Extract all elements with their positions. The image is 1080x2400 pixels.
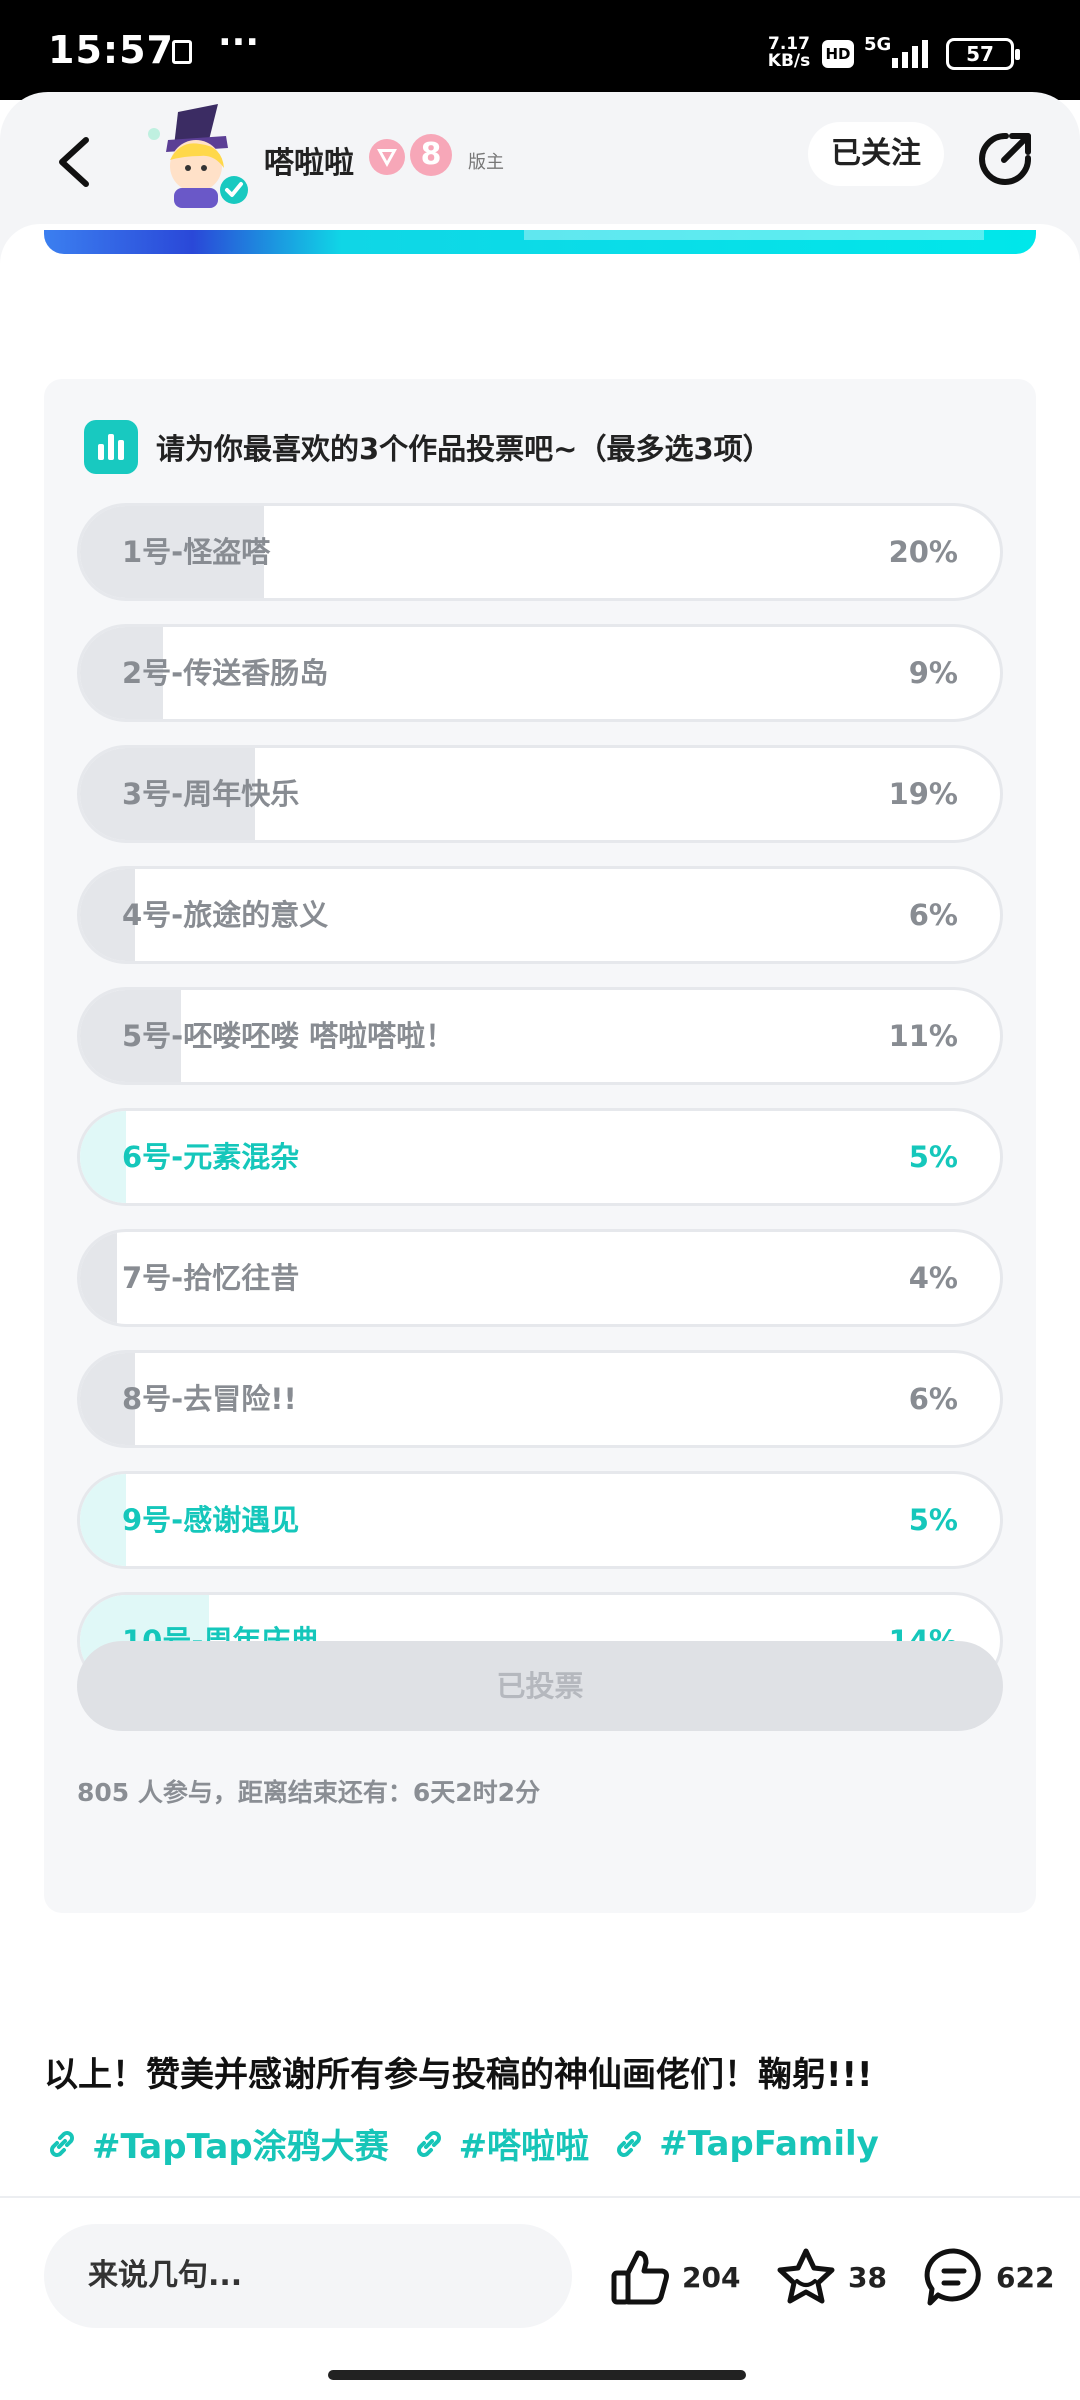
tag-label: #TapTap涂鸦大赛 [92, 2127, 389, 2167]
like-button[interactable]: 204 [608, 2242, 740, 2312]
poll-option[interactable]: 2号-传送香肠岛 9% [77, 624, 1003, 722]
network-speed: 7.17 KB/s [767, 34, 811, 71]
poll-option-progress [80, 1232, 117, 1324]
sim-icon [172, 40, 192, 64]
poll-option-label: 5号-呸喽呸喽 嗒啦嗒啦！ [122, 1019, 455, 1053]
poll-option[interactable]: 9号-感谢遇见 5% [77, 1471, 1003, 1569]
tag-list: #TapTap涂鸦大赛 #嗒啦啦 #TapFamily [44, 2119, 901, 2168]
poll-option-percent: 5% [908, 1503, 958, 1537]
verified-badge-icon [369, 139, 405, 175]
voted-button[interactable]: 已投票 [77, 1641, 1003, 1731]
poll-option-label: 7号-拾忆往昔 [122, 1261, 300, 1295]
link-icon [617, 2130, 642, 2157]
username[interactable]: 嗒啦啦 [264, 138, 354, 182]
poll-option[interactable]: 1号-怪盗嗒 20% [77, 503, 1003, 601]
post-header: 嗒啦啦 8 版主 已关注 [0, 92, 1080, 232]
battery-icon: 57 [946, 38, 1020, 70]
comment-button[interactable]: 622 [922, 2242, 1054, 2312]
poll-option-percent: 19% [888, 777, 958, 811]
banner-image[interactable] [44, 230, 1036, 254]
level-badge: 8 [410, 134, 452, 176]
link-icon [50, 2130, 74, 2157]
tag-label: #TapFamily [659, 2123, 879, 2164]
poll-option-percent: 9% [908, 656, 958, 690]
poll-option[interactable]: 6号-元素混杂 5% [77, 1108, 1003, 1206]
comment-icon [924, 2248, 981, 2306]
poll-header: 请为你最喜欢的3个作品投票吧~（最多选3项） [84, 419, 772, 475]
link-icon [416, 2130, 441, 2157]
poll-option-percent: 6% [908, 1382, 958, 1416]
tag-link[interactable]: #嗒啦啦 [411, 2119, 590, 2168]
poll-option-label: 6号-元素混杂 [122, 1140, 300, 1174]
poll-option[interactable]: 3号-周年快乐 19% [77, 745, 1003, 843]
poll-option-label: 4号-旅途的意义 [122, 898, 329, 932]
more-notifications-icon: ··· [218, 22, 260, 63]
role-label: 版主 [468, 152, 504, 173]
poll-option-label: 2号-传送香肠岛 [122, 656, 329, 690]
comment-input[interactable]: 来说几句... [44, 2224, 572, 2328]
poll-card: 请为你最喜欢的3个作品投票吧~（最多选3项） 1号-怪盗嗒 20% 2号-传送香肠岛… [44, 379, 1036, 1913]
poll-option-percent: 11% [888, 1019, 958, 1053]
poll-option[interactable]: 5号-呸喽呸喽 嗒啦嗒啦！ 11% [77, 987, 1003, 1085]
poll-option[interactable]: 8号-去冒险!! 6% [77, 1350, 1003, 1448]
poll-option-progress [80, 1111, 126, 1203]
poll-option-label: 8号-去冒险!! [122, 1382, 297, 1416]
poll-option-label: 9号-感谢遇见 [122, 1503, 300, 1537]
poll-option-label: 3号-周年快乐 [122, 777, 300, 811]
hd-icon: HD [822, 40, 854, 68]
poll-chart-icon [84, 420, 138, 474]
home-indicator[interactable] [328, 2370, 746, 2380]
poll-option-label: 1号-怪盗嗒 [122, 535, 271, 569]
avatar[interactable] [140, 104, 250, 214]
favorite-count: 38 [848, 2260, 887, 2294]
poll-option-progress [80, 1474, 126, 1566]
poll-option[interactable]: 7号-拾忆往昔 4% [77, 1229, 1003, 1327]
poll-footer: 805 人参与，距离结束还有：6天2时2分 [77, 1778, 541, 1807]
status-bar: 15:57 ··· 7.17 KB/s HD 5G 57 [0, 0, 1080, 100]
signal-icon [892, 40, 928, 68]
poll-option-percent: 4% [908, 1261, 958, 1295]
poll-option-percent: 5% [908, 1140, 958, 1174]
tag-link[interactable]: #TapTap涂鸦大赛 [44, 2119, 389, 2168]
comment-count: 622 [996, 2260, 1055, 2294]
poll-option-percent: 6% [908, 898, 958, 932]
tag-link[interactable]: #TapFamily [611, 2124, 879, 2164]
post-sheet: 嗒啦啦 8 版主 已关注 请为你最喜欢的3个作品投票吧~（最多选3项） 1号-怪… [0, 92, 1080, 2400]
back-icon[interactable] [50, 132, 100, 192]
share-icon[interactable] [976, 130, 1034, 188]
post-content: 请为你最喜欢的3个作品投票吧~（最多选3项） 1号-怪盗嗒 20% 2号-传送香肠岛… [0, 224, 1080, 2400]
favorite-button[interactable]: 38 [774, 2242, 887, 2312]
tag-label: #嗒啦啦 [458, 2127, 590, 2167]
thumbs-up-icon [611, 2250, 669, 2305]
network-type: 5G [864, 34, 892, 55]
poll-title: 请为你最喜欢的3个作品投票吧~（最多选3项） [156, 432, 772, 466]
star-icon [777, 2248, 835, 2304]
like-count: 204 [682, 2260, 741, 2294]
post-body-text: 以上！赞美并感谢所有参与投稿的神仙画佬们！鞠躬!!! [44, 2055, 873, 2095]
status-time: 15:57 [48, 28, 174, 72]
poll-option[interactable]: 4号-旅途的意义 6% [77, 866, 1003, 964]
follow-button[interactable]: 已关注 [808, 122, 944, 186]
poll-option-percent: 20% [888, 535, 958, 569]
